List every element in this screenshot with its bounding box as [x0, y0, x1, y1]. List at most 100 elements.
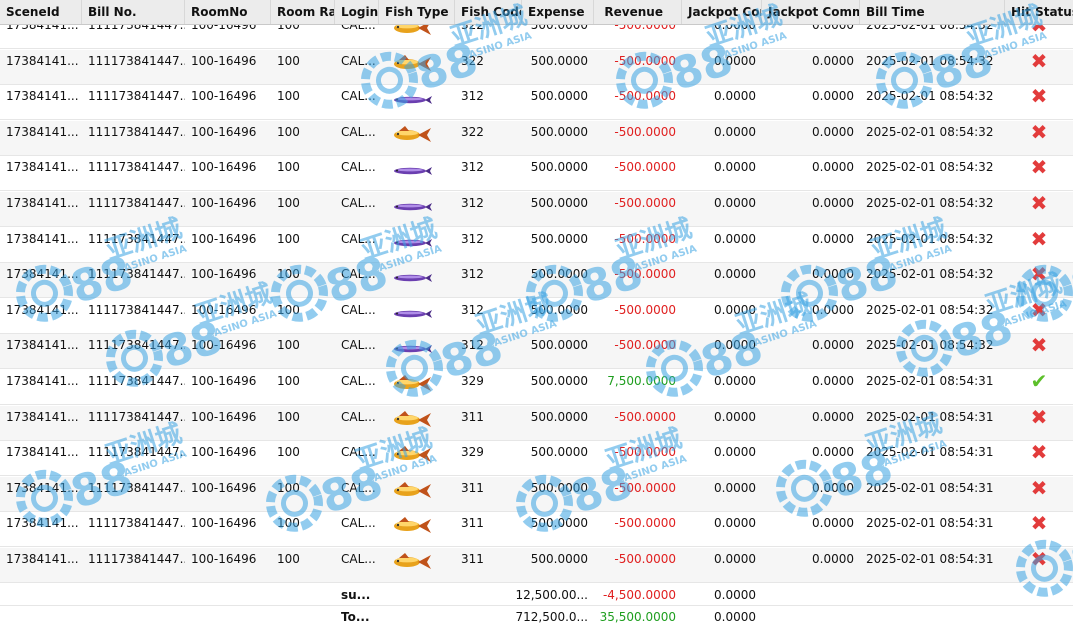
table-row[interactable]: 17384141... 111173841447... 100-16496 100 CA…: [0, 85, 1073, 120]
room-no-cell: 100-16496: [191, 125, 257, 139]
revenue-cell: -500.0000: [614, 232, 676, 246]
purple-fish-icon: [379, 263, 455, 298]
scene-id-cell: 17384141...: [6, 125, 79, 139]
total-expense: 712,500.0...: [515, 610, 588, 624]
revenue-cell: -500.0000: [614, 303, 676, 317]
bill-no-cell: 111173841447...: [88, 374, 185, 388]
table-row[interactable]: 17384141... 111173841447... 100-16496 100 CA…: [0, 441, 1073, 476]
total-jackpot: 0.0000: [714, 610, 756, 624]
table-row[interactable]: 17384141... 111173841447... 100-16496 100 CA…: [0, 370, 1073, 405]
bill-time-cell: 2025-02-01 08:54:31: [866, 410, 994, 424]
room-no-cell: 100-16496: [191, 374, 257, 388]
bill-no-cell: 111173841447...: [88, 54, 185, 68]
bill-no-cell: 111173841447...: [88, 338, 185, 352]
jackpot-com-cell: 0.0000: [714, 552, 756, 566]
revenue-cell: -500.0000: [614, 89, 676, 103]
table-row[interactable]: 17384141... 111173841447... 100-16496 100 CA…: [0, 121, 1073, 156]
bill-no-cell: 111173841447...: [88, 232, 185, 246]
bill-time-cell: 2025-02-01 08:54:31: [866, 374, 994, 388]
scene-id-cell: 17384141...: [6, 445, 79, 459]
gold-fish-icon: [379, 406, 455, 441]
table-row[interactable]: 17384141... 111173841447... 100-16496 100 CA…: [0, 334, 1073, 369]
bill-time-cell: 2025-02-01 08:54:31: [866, 516, 994, 530]
header-sceneid[interactable]: SceneId: [0, 0, 82, 24]
scene-id-cell: 17384141...: [6, 54, 79, 68]
summary-expense: 12,500.00...: [515, 588, 588, 602]
expense-cell: 500.0000: [530, 232, 588, 246]
expense-cell: 500.0000: [530, 516, 588, 530]
purple-fish-icon: [379, 228, 455, 263]
room-rate-cell: 100: [277, 125, 300, 139]
header-fishcode[interactable]: Fish Code: [455, 0, 522, 24]
jackpot-commi-cell: 0.0000: [812, 552, 854, 566]
table-row[interactable]: 17384141... 111173841447... 100-16496 100 CA…: [0, 477, 1073, 512]
room-rate-cell: 100: [277, 445, 300, 459]
room-rate-cell: 100: [277, 410, 300, 424]
bill-no-cell: 111173841447...: [88, 481, 185, 495]
bill-time-cell: 2025-02-01 08:54:32: [866, 89, 994, 103]
header-billno[interactable]: Bill No.: [82, 0, 185, 24]
jackpot-com-cell: 0.0000: [714, 481, 756, 495]
miss-cross-icon: ✖: [1030, 334, 1048, 357]
bill-time-cell: 2025-02-01 08:54:32: [866, 196, 994, 210]
gold-fish-icon: [379, 50, 455, 85]
room-rate-cell: 100: [277, 481, 300, 495]
room-no-cell: 100-16496: [191, 552, 257, 566]
revenue-cell: -500.0000: [614, 516, 676, 530]
header-expense[interactable]: Expense: [522, 0, 594, 24]
purple-fish-icon: [379, 334, 455, 369]
purple-fish-icon: [379, 156, 455, 191]
jackpot-commi-cell: 0.0000: [812, 125, 854, 139]
jackpot-commi-cell: 0.0000: [812, 338, 854, 352]
table-row[interactable]: 17384141... 111173841447... 100-16496 100 CA…: [0, 406, 1073, 441]
header-billtime[interactable]: Bill Time: [860, 0, 1005, 24]
jackpot-commi-cell: 0.0000: [812, 516, 854, 530]
room-rate-cell: 100: [277, 196, 300, 210]
revenue-cell: -500.0000: [614, 125, 676, 139]
jackpot-commi-cell: 0.0000: [812, 196, 854, 210]
table-row[interactable]: 17384141... 111173841447... 100-16496 100 CA…: [0, 263, 1073, 298]
table-row[interactable]: 17384141... 111173841447... 100-16496 100 CA…: [0, 299, 1073, 334]
bill-no-cell: 111173841447...: [88, 445, 185, 459]
header-revenue[interactable]: Revenue: [594, 0, 682, 24]
room-no-cell: 100-16496: [191, 410, 257, 424]
header-jackpot-com[interactable]: Jackpot Com: [682, 0, 762, 24]
expense-cell: 500.0000: [530, 125, 588, 139]
jackpot-commi-cell: 0.0000: [812, 54, 854, 68]
jackpot-commi-cell: 0.0000: [812, 232, 854, 246]
bill-time-cell: 2025-02-01 08:54:32: [866, 303, 994, 317]
room-rate-cell: 100: [277, 160, 300, 174]
table-row[interactable]: 17384141... 111173841447... 100-16496 100 CA…: [0, 548, 1073, 583]
bill-time-cell: 2025-02-01 08:54:32: [866, 125, 994, 139]
jackpot-commi-cell: 0.0000: [812, 267, 854, 281]
room-rate-cell: 100: [277, 338, 300, 352]
scene-id-cell: 17384141...: [6, 516, 79, 530]
total-row: To... 712,500.0... 35,500.0000 0.0000: [0, 606, 1073, 628]
header-roomrate[interactable]: Room Rat: [271, 0, 335, 24]
miss-cross-icon: ✖: [1030, 477, 1048, 500]
header-roomno[interactable]: RoomNo: [185, 0, 271, 24]
table-row[interactable]: 17384141... 111173841447... 100-16496 100 CA…: [0, 50, 1073, 85]
login-cell: CAL...: [341, 125, 376, 139]
miss-cross-icon: ✖: [1030, 441, 1048, 464]
header-jackpot-commi[interactable]: Jackpot Commi: [762, 0, 860, 24]
expense-cell: 500.0000: [530, 552, 588, 566]
header-hitstatus[interactable]: Hit Status: [1005, 0, 1073, 24]
scene-id-cell: 17384141...: [6, 160, 79, 174]
jackpot-com-cell: 0.0000: [714, 267, 756, 281]
room-no-cell: 100-16496: [191, 516, 257, 530]
table-row[interactable]: 17384141... 111173841447... 100-16496 100 CA…: [0, 192, 1073, 227]
jackpot-com-cell: 0.0000: [714, 89, 756, 103]
login-cell: CAL...: [341, 481, 376, 495]
table-row[interactable]: 17384141... 111173841447... 100-16496 100 CA…: [0, 512, 1073, 547]
jackpot-com-cell: 0.0000: [714, 374, 756, 388]
jackpot-com-cell: 0.0000: [714, 196, 756, 210]
login-cell: CAL...: [341, 410, 376, 424]
header-fishtype[interactable]: Fish Type: [379, 0, 455, 24]
expense-cell: 500.0000: [530, 267, 588, 281]
bill-no-cell: 111173841447...: [88, 125, 185, 139]
header-login[interactable]: Login: [335, 0, 379, 24]
jackpot-commi-cell: 0.0000: [812, 160, 854, 174]
table-row[interactable]: 17384141... 111173841447... 100-16496 100 CA…: [0, 156, 1073, 191]
table-row[interactable]: 17384141... 111173841447... 100-16496 100 CA…: [0, 228, 1073, 263]
